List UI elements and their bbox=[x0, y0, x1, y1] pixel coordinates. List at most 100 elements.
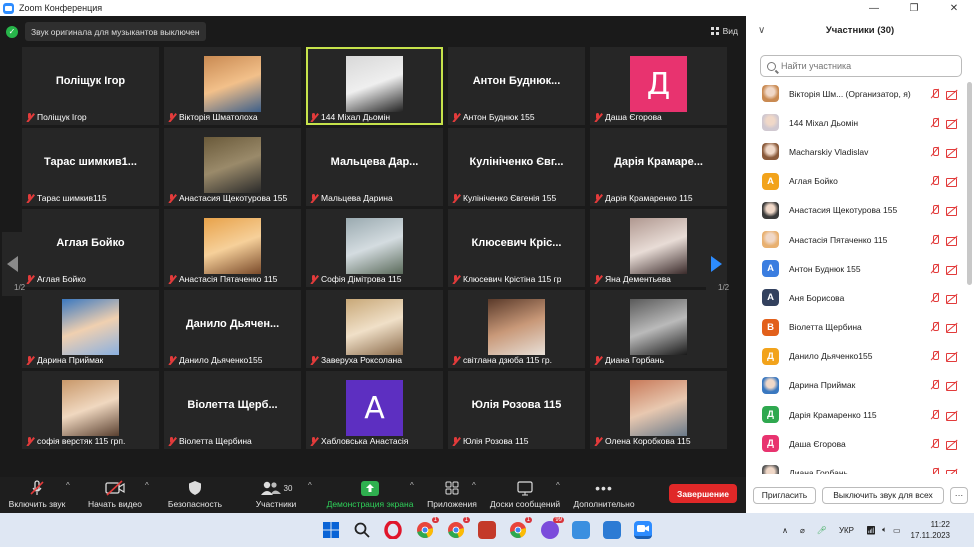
mic-muted-icon[interactable] bbox=[930, 292, 940, 303]
video-tile[interactable]: Данило Дьячен... Данило Дьяченко155 bbox=[164, 290, 301, 368]
video-tile[interactable]: Дарина Приймак bbox=[22, 290, 159, 368]
mic-muted-icon[interactable] bbox=[930, 176, 940, 186]
chrome-browser-icon[interactable]: 1 bbox=[416, 517, 439, 539]
unmute-button[interactable]: Включить звук bbox=[6, 477, 68, 509]
chrome-browser-icon[interactable]: 1 bbox=[447, 517, 470, 539]
apps-options-chevron-icon[interactable]: ^ bbox=[472, 481, 476, 490]
mic-muted-icon[interactable] bbox=[930, 351, 940, 361]
panel-more-button[interactable]: ··· bbox=[950, 486, 968, 504]
camera-off-icon[interactable] bbox=[946, 410, 958, 421]
presentation-app-icon[interactable] bbox=[478, 521, 496, 539]
video-options-chevron-icon[interactable]: ^ bbox=[145, 481, 149, 490]
zoom-taskbar-icon[interactable] bbox=[634, 521, 652, 539]
volume-icon[interactable]: 🔈︎ bbox=[882, 525, 887, 535]
video-tile[interactable]: Мальцева Дар... Мальцева Дарина bbox=[306, 128, 443, 206]
mic-muted-icon[interactable] bbox=[930, 438, 940, 449]
tray-overflow-chevron-icon[interactable]: ∧ bbox=[782, 526, 788, 535]
camera-off-icon[interactable] bbox=[946, 235, 958, 246]
video-tile[interactable]: Диана Горбань bbox=[590, 290, 727, 368]
windows-start-icon[interactable] bbox=[322, 521, 340, 539]
network-off-icon[interactable]: ⌀ bbox=[800, 526, 805, 535]
video-tile[interactable]: Анастасія Пятаченко 115 bbox=[164, 209, 301, 287]
participants-options-chevron-icon[interactable]: ^ bbox=[308, 481, 312, 490]
camera-off-icon[interactable] bbox=[946, 322, 958, 334]
video-tile[interactable]: Аглая Бойко Аглая Бойко bbox=[22, 209, 159, 287]
participants-button[interactable]: 30 Участники bbox=[248, 477, 304, 509]
video-tile[interactable]: Заверуха Роксолана bbox=[306, 290, 443, 368]
mute-all-button[interactable]: Выключить звук для всех bbox=[822, 486, 944, 504]
video-tile[interactable]: світлана дзюба 115 гр. bbox=[448, 290, 585, 368]
participant-row[interactable]: Дарина Приймак bbox=[746, 371, 964, 400]
wifi-icon[interactable]: 📶︎ bbox=[866, 526, 876, 535]
file-explorer-icon[interactable] bbox=[572, 521, 590, 539]
video-tile[interactable]: Поліщук Ігор Поліщук Ігор bbox=[22, 47, 159, 125]
start-video-button[interactable]: Начать видео bbox=[85, 477, 145, 509]
photos-app-icon[interactable] bbox=[603, 521, 621, 539]
mic-muted-icon[interactable] bbox=[930, 263, 940, 274]
participant-row[interactable]: А Антон Буднюк 155 bbox=[746, 254, 964, 283]
opera-browser-icon[interactable] bbox=[384, 520, 402, 540]
camera-off-icon[interactable] bbox=[946, 380, 958, 392]
mic-muted-icon[interactable] bbox=[930, 88, 940, 99]
participant-row[interactable]: Диана Горбань bbox=[746, 458, 964, 474]
participant-row[interactable]: Д Даша Єгорова bbox=[746, 429, 964, 458]
video-tile[interactable]: Тарас шимкив1... Тарас шимкив115 bbox=[22, 128, 159, 206]
participant-row[interactable]: В Віолетта Щербина bbox=[746, 313, 964, 342]
whiteboards-button[interactable]: Доски сообщений bbox=[487, 477, 563, 509]
video-tile[interactable]: Віолетта Щерб... Віолетта Щербина bbox=[164, 371, 301, 449]
participant-list-scrollbar[interactable] bbox=[967, 82, 972, 285]
video-tile[interactable]: Вікторія Шматолоха bbox=[164, 47, 301, 125]
participant-row[interactable]: А Аня Борисова bbox=[746, 283, 964, 312]
end-meeting-button[interactable]: Завершение bbox=[669, 484, 737, 503]
camera-off-icon[interactable] bbox=[946, 293, 958, 304]
participant-search-input[interactable] bbox=[781, 61, 951, 71]
video-tile[interactable]: Юлія Розова 115 Юлія Розова 115 bbox=[448, 371, 585, 449]
mic-muted-icon[interactable] bbox=[930, 146, 940, 157]
camera-off-icon[interactable] bbox=[946, 468, 958, 474]
battery-icon[interactable]: ▭ bbox=[893, 526, 901, 535]
participant-row[interactable]: Д Дарія Крамаренко 115 bbox=[746, 400, 964, 429]
clock[interactable]: 11:22 17.11.2023 bbox=[911, 519, 950, 541]
mic-muted-icon[interactable] bbox=[930, 409, 940, 420]
camera-off-icon[interactable] bbox=[946, 89, 958, 100]
camera-off-icon[interactable] bbox=[946, 264, 958, 275]
invite-button[interactable]: Пригласить bbox=[753, 486, 816, 504]
camera-off-icon[interactable] bbox=[946, 351, 958, 363]
participant-row[interactable]: А Аглая Бойко bbox=[746, 167, 964, 196]
participant-row[interactable]: Вікторія Шм... (Организатор, я) bbox=[746, 79, 964, 108]
camera-off-icon[interactable] bbox=[946, 176, 958, 188]
camera-off-icon[interactable] bbox=[946, 147, 958, 158]
participant-row[interactable]: Macharskiy Vladislav bbox=[746, 137, 964, 166]
mic-muted-icon[interactable] bbox=[930, 380, 940, 390]
camera-off-icon[interactable] bbox=[946, 205, 958, 217]
video-tile[interactable]: А Хабловська Анастасія bbox=[306, 371, 443, 449]
keyboard-language[interactable]: УКР bbox=[839, 526, 854, 535]
video-tile[interactable]: Кулініченко Євг... Кулініченко Євгенія 15… bbox=[448, 128, 585, 206]
video-tile[interactable]: Антон Буднюк... Антон Буднюк 155 bbox=[448, 47, 585, 125]
participant-row[interactable]: Д Данило Дьяченко155 bbox=[746, 342, 964, 371]
security-button[interactable]: Безопасность bbox=[164, 477, 226, 509]
minimize-button[interactable]: — bbox=[854, 3, 894, 14]
video-tile[interactable]: Олена Коробкова 115 bbox=[590, 371, 727, 449]
maximize-button[interactable]: ❐ bbox=[894, 3, 934, 14]
share-screen-button[interactable]: Демонстрация экрана bbox=[324, 477, 416, 509]
more-button[interactable]: ••• Дополнительно bbox=[570, 477, 638, 509]
mic-muted-icon[interactable] bbox=[930, 468, 940, 474]
video-tile[interactable]: Клюсевич Кріс... Клюсевич Крістіна 115 гр bbox=[448, 209, 585, 287]
microphone-tray-icon[interactable]: 🎤︎ bbox=[817, 526, 827, 535]
video-tile[interactable]: софія верстяк 115 грп. bbox=[22, 371, 159, 449]
whiteboards-options-chevron-icon[interactable]: ^ bbox=[556, 481, 560, 490]
mic-muted-icon[interactable] bbox=[930, 117, 940, 128]
participant-row[interactable]: Анастасія Пятаченко 115 bbox=[746, 225, 964, 254]
encryption-shield-icon[interactable]: ✓ bbox=[6, 25, 18, 38]
close-button[interactable]: ✕ bbox=[934, 3, 974, 14]
camera-off-icon[interactable] bbox=[946, 439, 958, 450]
participant-row[interactable]: 144 Міхал Дьомін bbox=[746, 108, 964, 137]
chrome-browser-icon[interactable]: 1 bbox=[509, 517, 532, 539]
participant-row[interactable]: Анастасия Щекотурова 155 bbox=[746, 196, 964, 225]
taskbar-search-icon[interactable] bbox=[353, 521, 371, 539]
camera-off-icon[interactable] bbox=[946, 118, 958, 129]
participant-search-box[interactable] bbox=[760, 55, 962, 77]
messenger-app-icon[interactable]: 99 bbox=[541, 517, 564, 539]
share-options-chevron-icon[interactable]: ^ bbox=[410, 481, 414, 490]
